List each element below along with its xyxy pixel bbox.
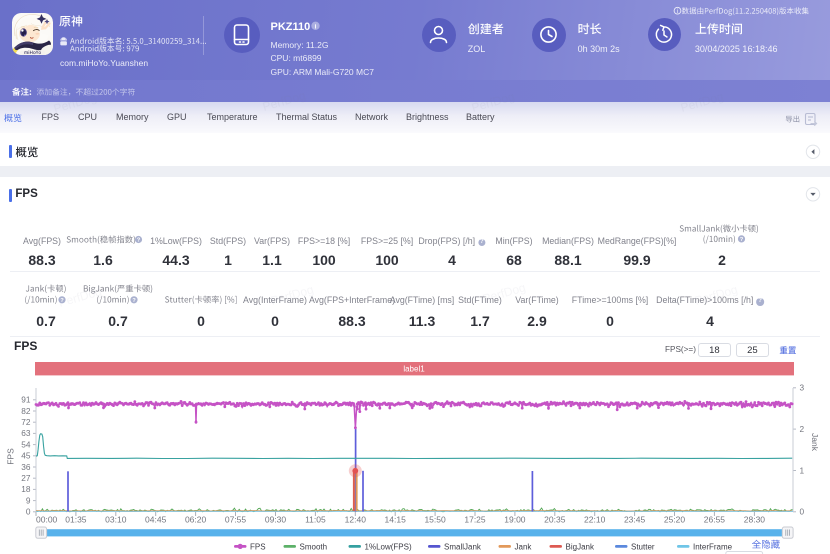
svg-text:PerfDog: PerfDog xyxy=(261,88,307,114)
svg-text:07:55: 07:55 xyxy=(225,515,247,525)
svg-text:72: 72 xyxy=(21,417,31,427)
svg-text:27: 27 xyxy=(21,473,31,483)
svg-text:i: i xyxy=(315,24,317,31)
svg-text:00:00: 00:00 xyxy=(36,515,58,525)
svg-text:label1: label1 xyxy=(403,365,425,374)
svg-text:54: 54 xyxy=(21,439,31,449)
svg-text:14:15: 14:15 xyxy=(385,515,407,525)
svg-text:2: 2 xyxy=(800,424,805,434)
svg-text:Jank: Jank xyxy=(515,542,533,551)
svg-text:Smooth: Smooth xyxy=(300,542,328,551)
svg-text:45: 45 xyxy=(21,451,31,461)
svg-text:Stutter: Stutter xyxy=(631,542,655,551)
svg-text:FPS: FPS xyxy=(6,448,16,465)
svg-text:9: 9 xyxy=(26,495,31,505)
svg-text:23:45: 23:45 xyxy=(624,515,646,525)
svg-text:Jank: Jank xyxy=(810,433,820,452)
svg-text:25:20: 25:20 xyxy=(664,515,686,525)
svg-text:82: 82 xyxy=(21,406,31,416)
svg-text:06:20: 06:20 xyxy=(185,515,207,525)
svg-text:15:50: 15:50 xyxy=(424,515,446,525)
svg-text:1: 1 xyxy=(800,465,805,475)
svg-text:01:35: 01:35 xyxy=(65,515,87,525)
svg-text:PerfDog: PerfDog xyxy=(269,282,315,308)
svg-text:PerfDog: PerfDog xyxy=(481,280,527,306)
svg-text:BigJank: BigJank xyxy=(566,542,595,551)
svg-text:PerfDog: PerfDog xyxy=(52,90,98,116)
svg-text:12:40: 12:40 xyxy=(345,515,367,525)
svg-text:PerfDog: PerfDog xyxy=(470,89,516,115)
svg-text:0: 0 xyxy=(26,507,31,517)
svg-text:3: 3 xyxy=(800,383,805,393)
svg-text:i: i xyxy=(677,9,678,15)
svg-text:18: 18 xyxy=(21,484,31,494)
svg-text:63: 63 xyxy=(21,428,31,438)
svg-text:FPS: FPS xyxy=(250,542,266,551)
svg-text:InterFrame: InterFrame xyxy=(693,542,733,551)
svg-text:09:30: 09:30 xyxy=(265,515,287,525)
svg-text:91: 91 xyxy=(21,395,31,405)
svg-text:0: 0 xyxy=(800,507,805,517)
svg-text:PerfDog: PerfDog xyxy=(693,282,739,308)
svg-text:22:10: 22:10 xyxy=(584,515,606,525)
svg-text:36: 36 xyxy=(21,462,31,472)
svg-text:SmallJank: SmallJank xyxy=(444,542,482,551)
svg-text:17:25: 17:25 xyxy=(464,515,486,525)
svg-text:?: ? xyxy=(740,237,744,243)
svg-text:1%Low(FPS): 1%Low(FPS) xyxy=(365,542,412,551)
svg-text:26:55: 26:55 xyxy=(704,515,726,525)
svg-text:03:10: 03:10 xyxy=(105,515,127,525)
svg-text:?: ? xyxy=(137,238,141,244)
svg-text:20:35: 20:35 xyxy=(544,515,566,525)
svg-text:?: ? xyxy=(132,298,136,304)
svg-text:28:30: 28:30 xyxy=(744,515,766,525)
svg-text:04:45: 04:45 xyxy=(145,515,167,525)
svg-text:?: ? xyxy=(60,298,64,304)
svg-text:PerfDog: PerfDog xyxy=(679,89,725,115)
svg-text:11:05: 11:05 xyxy=(305,515,326,525)
svg-text:19:00: 19:00 xyxy=(504,515,526,525)
